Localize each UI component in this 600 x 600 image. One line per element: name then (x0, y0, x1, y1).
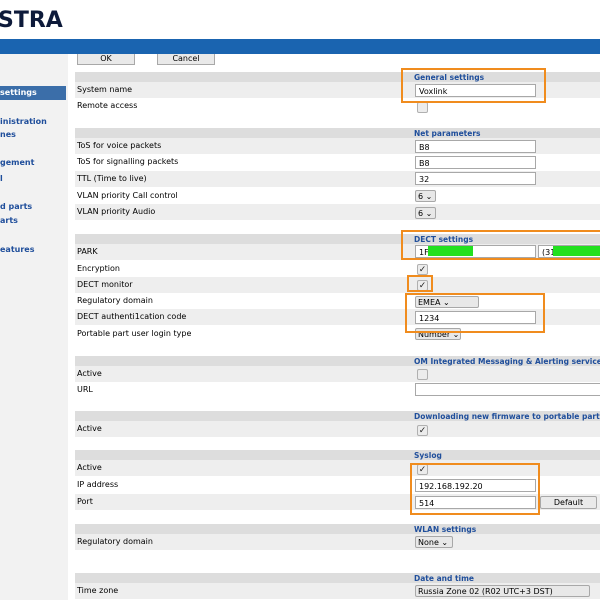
section-header-om: OM Integrated Messaging & Alerting servi… (75, 356, 600, 366)
row-dect-monitor: DECT monitor (75, 277, 600, 293)
tos-voice-input[interactable]: B8 (415, 140, 536, 153)
row-wlan-regulatory: Regulatory domain (75, 534, 600, 550)
syslog-default-button[interactable]: Default (540, 496, 597, 509)
syslog-ip-label: IP address (77, 480, 119, 489)
vlan-call-select[interactable]: 6 ⌄ (415, 190, 436, 202)
om-url-input[interactable] (415, 383, 600, 396)
firmware-active-checkbox[interactable]: ✓ (417, 425, 428, 436)
section-header-syslog: Syslog (75, 450, 600, 460)
sidebar-item-l[interactable]: l (0, 174, 3, 183)
sidebar-item-features[interactable]: eatures (0, 245, 34, 254)
row-vlan-call: VLAN priority Call control (75, 188, 600, 204)
encryption-checkbox[interactable]: ✓ (417, 264, 428, 275)
vlan-call-label: VLAN priority Call control (77, 191, 178, 200)
highlight-dect-monitor (407, 275, 433, 292)
highlight-regulatory-auth (405, 293, 545, 333)
highlight-general-settings (401, 68, 546, 103)
vlan-audio-label: VLAN priority Audio (77, 207, 156, 216)
section-header-firmware: Downloading new firmware to portable par… (75, 411, 600, 421)
syslog-port-label: Port (77, 497, 93, 506)
om-active-checkbox[interactable] (417, 369, 428, 380)
sidebar: settings inistration nes gement l d part… (0, 54, 68, 600)
dect-monitor-label: DECT monitor (77, 280, 133, 289)
app-header: STRA (0, 0, 600, 39)
sidebar-item-management[interactable]: gement (0, 158, 34, 167)
ttl-label: TTL (Time to live) (77, 174, 147, 183)
login-type-label: Portable part user login type (77, 329, 192, 338)
firmware-active-label: Active (77, 424, 102, 433)
row-firmware-active: Active (75, 421, 600, 437)
highlight-syslog (410, 463, 540, 515)
row-om-active: Active (75, 366, 600, 382)
row-vlan-audio: VLAN priority Audio (75, 204, 600, 220)
vlan-audio-select[interactable]: 6 ⌄ (415, 207, 436, 219)
system-name-label: System name (77, 85, 133, 94)
remote-access-label: Remote access (77, 101, 138, 110)
ttl-input[interactable]: 32 (415, 172, 536, 185)
om-active-label: Active (77, 369, 102, 378)
remote-access-checkbox[interactable] (417, 102, 428, 113)
tos-signal-input[interactable]: B8 (415, 156, 536, 169)
wlan-regulatory-select[interactable]: None ⌄ (415, 536, 453, 548)
ok-button[interactable]: OK (77, 54, 135, 65)
park-label: PARK (77, 247, 98, 256)
syslog-active-label: Active (77, 463, 102, 472)
sidebar-item-administration[interactable]: inistration (0, 117, 47, 126)
section-header-datetime: Date and time (75, 573, 600, 583)
dect-regulatory-label: Regulatory domain (77, 296, 153, 305)
row-encryption: Encryption (75, 261, 600, 277)
tos-signal-label: ToS for signalling packets (77, 157, 179, 166)
cancel-button[interactable]: Cancel (157, 54, 215, 65)
timezone-label: Time zone (77, 586, 119, 595)
om-url-label: URL (77, 385, 93, 394)
wlan-regulatory-label: Regulatory domain (77, 537, 153, 546)
section-header-wlan: WLAN settings (75, 524, 600, 534)
sidebar-item-portable-parts[interactable]: arts (0, 216, 18, 225)
highlight-dect-park (401, 230, 600, 260)
sidebar-item-settings[interactable]: settings (0, 86, 66, 100)
brand-logo: STRA (0, 8, 63, 33)
tos-voice-label: ToS for voice packets (77, 141, 162, 150)
sidebar-item-lines[interactable]: nes (0, 130, 16, 139)
timezone-select[interactable]: Russia Zone 02 (R02 UTC+3 DST) (415, 585, 590, 597)
section-header-net: Net parameters (75, 128, 600, 138)
dect-auth-label: DECT authenti1cation code (77, 312, 187, 321)
encryption-label: Encryption (77, 264, 120, 273)
sidebar-item-fixed-parts[interactable]: d parts (0, 202, 32, 211)
top-nav-bar (0, 39, 600, 54)
